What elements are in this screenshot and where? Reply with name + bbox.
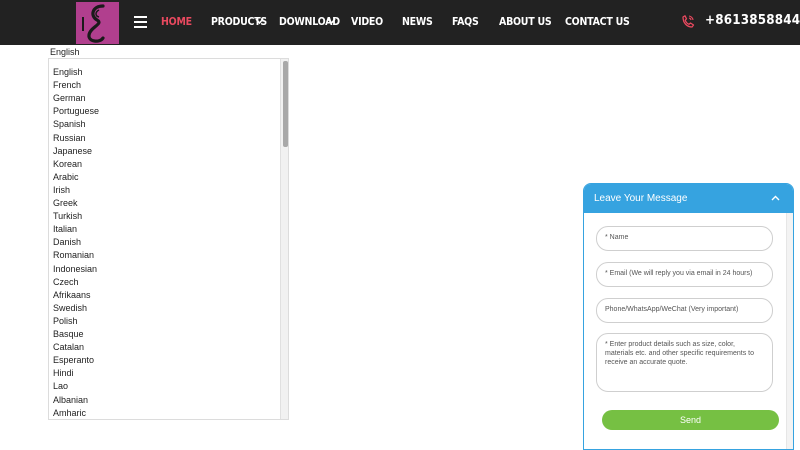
- language-option[interactable]: Greek: [53, 198, 78, 208]
- nav-home[interactable]: HOME: [161, 14, 192, 30]
- language-option[interactable]: English: [53, 67, 83, 77]
- language-option[interactable]: Swedish: [53, 303, 87, 313]
- details-textarea[interactable]: * Enter product details such as size, co…: [596, 333, 773, 392]
- send-button[interactable]: Send: [602, 410, 779, 430]
- language-option[interactable]: Polish: [53, 316, 78, 326]
- language-option[interactable]: Portuguese: [53, 106, 99, 116]
- language-option[interactable]: Russian: [53, 133, 86, 143]
- language-scrollbar[interactable]: [280, 59, 288, 419]
- name-field[interactable]: * Name: [596, 226, 773, 251]
- language-listbox[interactable]: English French German Portuguese Spanish Russ…: [48, 58, 289, 420]
- email-placeholder: * Email (We will reply you via email in …: [605, 270, 753, 277]
- phone-icon: [682, 15, 695, 28]
- language-option[interactable]: Irish: [53, 185, 70, 195]
- phone-field[interactable]: Phone/WhatsApp/WeChat (Very important): [596, 298, 773, 323]
- language-option[interactable]: Spanish: [53, 119, 86, 129]
- nav-contact-us[interactable]: CONTACT US: [565, 14, 630, 30]
- language-option[interactable]: Hindi: [53, 368, 74, 378]
- language-option[interactable]: Amharic: [53, 408, 86, 418]
- nav-news[interactable]: NEWS: [402, 14, 433, 30]
- language-option[interactable]: Japanese: [53, 146, 92, 156]
- phone-number[interactable]: +8613858844563: [705, 13, 800, 28]
- language-option[interactable]: German: [53, 93, 86, 103]
- language-option[interactable]: Arabic: [53, 172, 79, 182]
- email-field[interactable]: * Email (We will reply you via email in …: [596, 262, 773, 287]
- language-option[interactable]: Esperanto: [53, 355, 94, 365]
- name-placeholder: * Name: [605, 234, 629, 241]
- site-header: HOME PRODUCTS DOWNLOAD VIDEO NEWS FAQS A…: [0, 0, 800, 45]
- language-option[interactable]: Afrikaans: [53, 290, 91, 300]
- chevron-down-icon[interactable]: [327, 18, 336, 25]
- language-option[interactable]: Korean: [53, 159, 82, 169]
- scrollbar-thumb[interactable]: [283, 61, 288, 147]
- hamburger-menu-icon[interactable]: [134, 16, 147, 28]
- language-option[interactable]: Albanian: [53, 395, 88, 405]
- language-option[interactable]: Danish: [53, 237, 81, 247]
- language-selected[interactable]: English: [50, 47, 80, 57]
- details-placeholder: * Enter product details such as size, co…: [605, 341, 755, 366]
- language-option[interactable]: Romanian: [53, 250, 94, 260]
- message-widget-title: Leave Your Message: [594, 193, 688, 204]
- language-option[interactable]: French: [53, 80, 81, 90]
- language-option[interactable]: Italian: [53, 224, 77, 234]
- nav-video[interactable]: VIDEO: [351, 14, 383, 30]
- logo[interactable]: [76, 2, 119, 44]
- chevron-down-icon[interactable]: [255, 18, 264, 25]
- language-option[interactable]: Basque: [53, 329, 84, 339]
- chevron-up-icon[interactable]: [771, 195, 780, 201]
- nav-about-us[interactable]: ABOUT US: [499, 14, 552, 30]
- language-option[interactable]: Czech: [53, 277, 79, 287]
- logo-mark: [82, 4, 105, 43]
- message-widget: Leave Your Message * Name * Email (We wi…: [583, 183, 794, 450]
- phone-placeholder: Phone/WhatsApp/WeChat (Very important): [605, 306, 739, 313]
- message-widget-scrollbar[interactable]: [786, 213, 793, 449]
- language-option[interactable]: Catalan: [53, 342, 84, 352]
- message-widget-header[interactable]: Leave Your Message: [584, 184, 793, 213]
- language-option[interactable]: Lao: [53, 381, 68, 391]
- language-option[interactable]: Indonesian: [53, 264, 97, 274]
- nav-faqs[interactable]: FAQS: [452, 14, 479, 30]
- language-option[interactable]: Turkish: [53, 211, 82, 221]
